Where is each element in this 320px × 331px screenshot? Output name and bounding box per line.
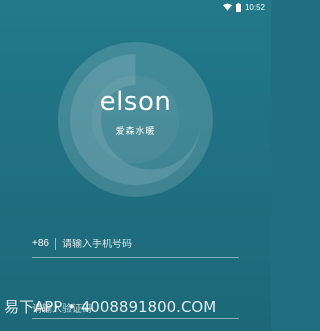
phone-input[interactable]	[61, 238, 239, 250]
brand-name: elson	[99, 87, 172, 117]
phone-divider	[32, 257, 239, 258]
swirl-icon	[58, 42, 213, 197]
watermark: 易下APP • 4008891800.COM	[4, 298, 217, 316]
status-bar: 10:52	[0, 0, 271, 14]
brand-logo: elson 爱森水暖	[58, 42, 213, 197]
wifi-icon	[222, 3, 232, 11]
status-time: 10:52	[244, 2, 265, 12]
login-screen: 10:52 elson 爱森水暖 +86 请输入验证码 易下APP • 4008…	[0, 0, 271, 331]
brand-subtitle: 爱森水暖	[115, 127, 156, 137]
phone-field-row: +86	[32, 235, 239, 253]
country-code[interactable]: +86	[32, 238, 56, 250]
code-divider	[32, 318, 239, 319]
battery-icon	[235, 2, 241, 12]
